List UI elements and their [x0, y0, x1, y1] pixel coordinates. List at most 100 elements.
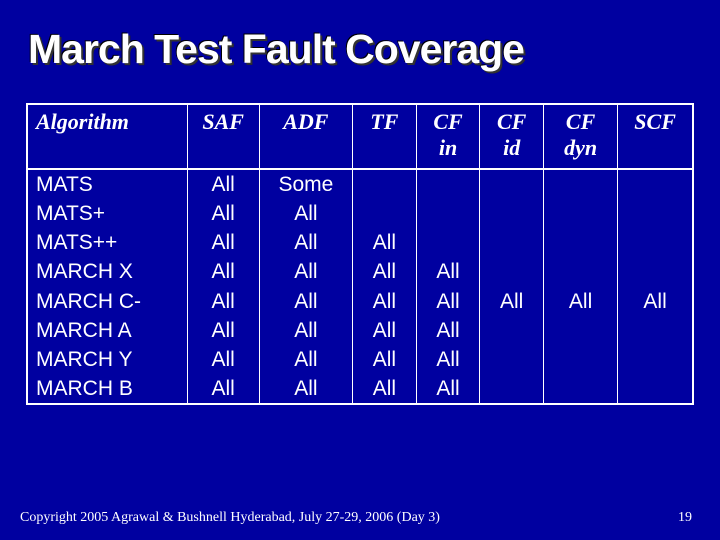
title-text: March Test Fault Coverage [28, 26, 524, 73]
cell [543, 228, 617, 257]
cell [543, 345, 617, 374]
cell [480, 228, 544, 257]
table-row: MARCH A All All All All [28, 316, 692, 345]
cell [480, 257, 544, 286]
cell [543, 199, 617, 228]
cell [543, 316, 617, 345]
cell-alg: MATS++ [28, 228, 187, 257]
cell: All [416, 287, 480, 316]
col-label: CF [497, 109, 526, 134]
cell [480, 374, 544, 403]
cell [543, 374, 617, 403]
cell: All [259, 287, 352, 316]
col-sublabel: id [484, 135, 539, 161]
cell: All [259, 374, 352, 403]
cell [480, 199, 544, 228]
cell [618, 199, 692, 228]
col-tf: TF [353, 105, 417, 169]
col-label: SAF [202, 109, 244, 134]
cell: All [187, 169, 259, 199]
table-row: MATS+ All All [28, 199, 692, 228]
cell [416, 199, 480, 228]
table-row: MARCH X All All All All [28, 257, 692, 286]
col-label: TF [370, 109, 398, 134]
cell-alg: MARCH X [28, 257, 187, 286]
col-label: SCF [634, 109, 676, 134]
cell: All [187, 316, 259, 345]
cell [353, 169, 417, 199]
table-row: MATS++ All All All [28, 228, 692, 257]
coverage-table-wrap: Algorithm SAF ADF TF CF in CF id [26, 103, 694, 405]
table-body: MATS All Some MATS+ All All MATS++ All A… [28, 169, 692, 404]
page-number: 19 [678, 510, 692, 526]
cell: All [543, 287, 617, 316]
cell [416, 228, 480, 257]
cell: All [353, 228, 417, 257]
cell: All [353, 345, 417, 374]
col-adf: ADF [259, 105, 352, 169]
cell: All [353, 374, 417, 403]
col-sublabel: dyn [548, 135, 613, 161]
col-cf-in: CF in [416, 105, 480, 169]
slide-title: March Test Fault Coverage March Test Fau… [0, 0, 720, 73]
cell [618, 374, 692, 403]
footer: Copyright 2005 Agrawal & Bushnell Hydera… [20, 510, 700, 526]
cell [543, 257, 617, 286]
col-cf-dyn: CF dyn [543, 105, 617, 169]
col-saf: SAF [187, 105, 259, 169]
cell [480, 169, 544, 199]
cell: All [416, 316, 480, 345]
cell-alg: MARCH A [28, 316, 187, 345]
cell-alg: MARCH C- [28, 287, 187, 316]
cell-alg: MATS+ [28, 199, 187, 228]
cell [353, 199, 417, 228]
cell-alg: MATS [28, 169, 187, 199]
cell: All [259, 228, 352, 257]
col-label: Algorithm [36, 109, 129, 134]
cell [480, 345, 544, 374]
cell: All [259, 257, 352, 286]
cell: All [187, 374, 259, 403]
cell [618, 257, 692, 286]
table-header-row: Algorithm SAF ADF TF CF in CF id [28, 105, 692, 169]
cell: All [618, 287, 692, 316]
col-label: CF [433, 109, 462, 134]
col-scf: SCF [618, 105, 692, 169]
cell: All [187, 287, 259, 316]
table-row: MARCH C- All All All All All All All [28, 287, 692, 316]
cell: All [416, 345, 480, 374]
table-row: MARCH Y All All All All [28, 345, 692, 374]
col-algorithm: Algorithm [28, 105, 187, 169]
coverage-table: Algorithm SAF ADF TF CF in CF id [28, 105, 692, 403]
cell-alg: MARCH Y [28, 345, 187, 374]
cell: All [187, 199, 259, 228]
cell: All [187, 345, 259, 374]
cell-alg: MARCH B [28, 374, 187, 403]
col-cf-id: CF id [480, 105, 544, 169]
cell: All [353, 287, 417, 316]
cell: All [416, 257, 480, 286]
cell: All [416, 374, 480, 403]
cell: All [259, 316, 352, 345]
cell: All [480, 287, 544, 316]
cell: All [259, 345, 352, 374]
copyright-text: Copyright 2005 Agrawal & Bushnell Hydera… [20, 510, 440, 525]
cell [416, 169, 480, 199]
col-label: CF [566, 109, 595, 134]
col-sublabel: in [421, 135, 476, 161]
cell: All [353, 257, 417, 286]
cell [618, 228, 692, 257]
table-row: MARCH B All All All All [28, 374, 692, 403]
cell [618, 345, 692, 374]
cell: All [187, 228, 259, 257]
cell [480, 316, 544, 345]
cell [543, 169, 617, 199]
cell [618, 169, 692, 199]
cell: All [259, 199, 352, 228]
cell [618, 316, 692, 345]
col-label: ADF [283, 109, 328, 134]
table-row: MATS All Some [28, 169, 692, 199]
cell: All [353, 316, 417, 345]
cell: Some [259, 169, 352, 199]
cell: All [187, 257, 259, 286]
